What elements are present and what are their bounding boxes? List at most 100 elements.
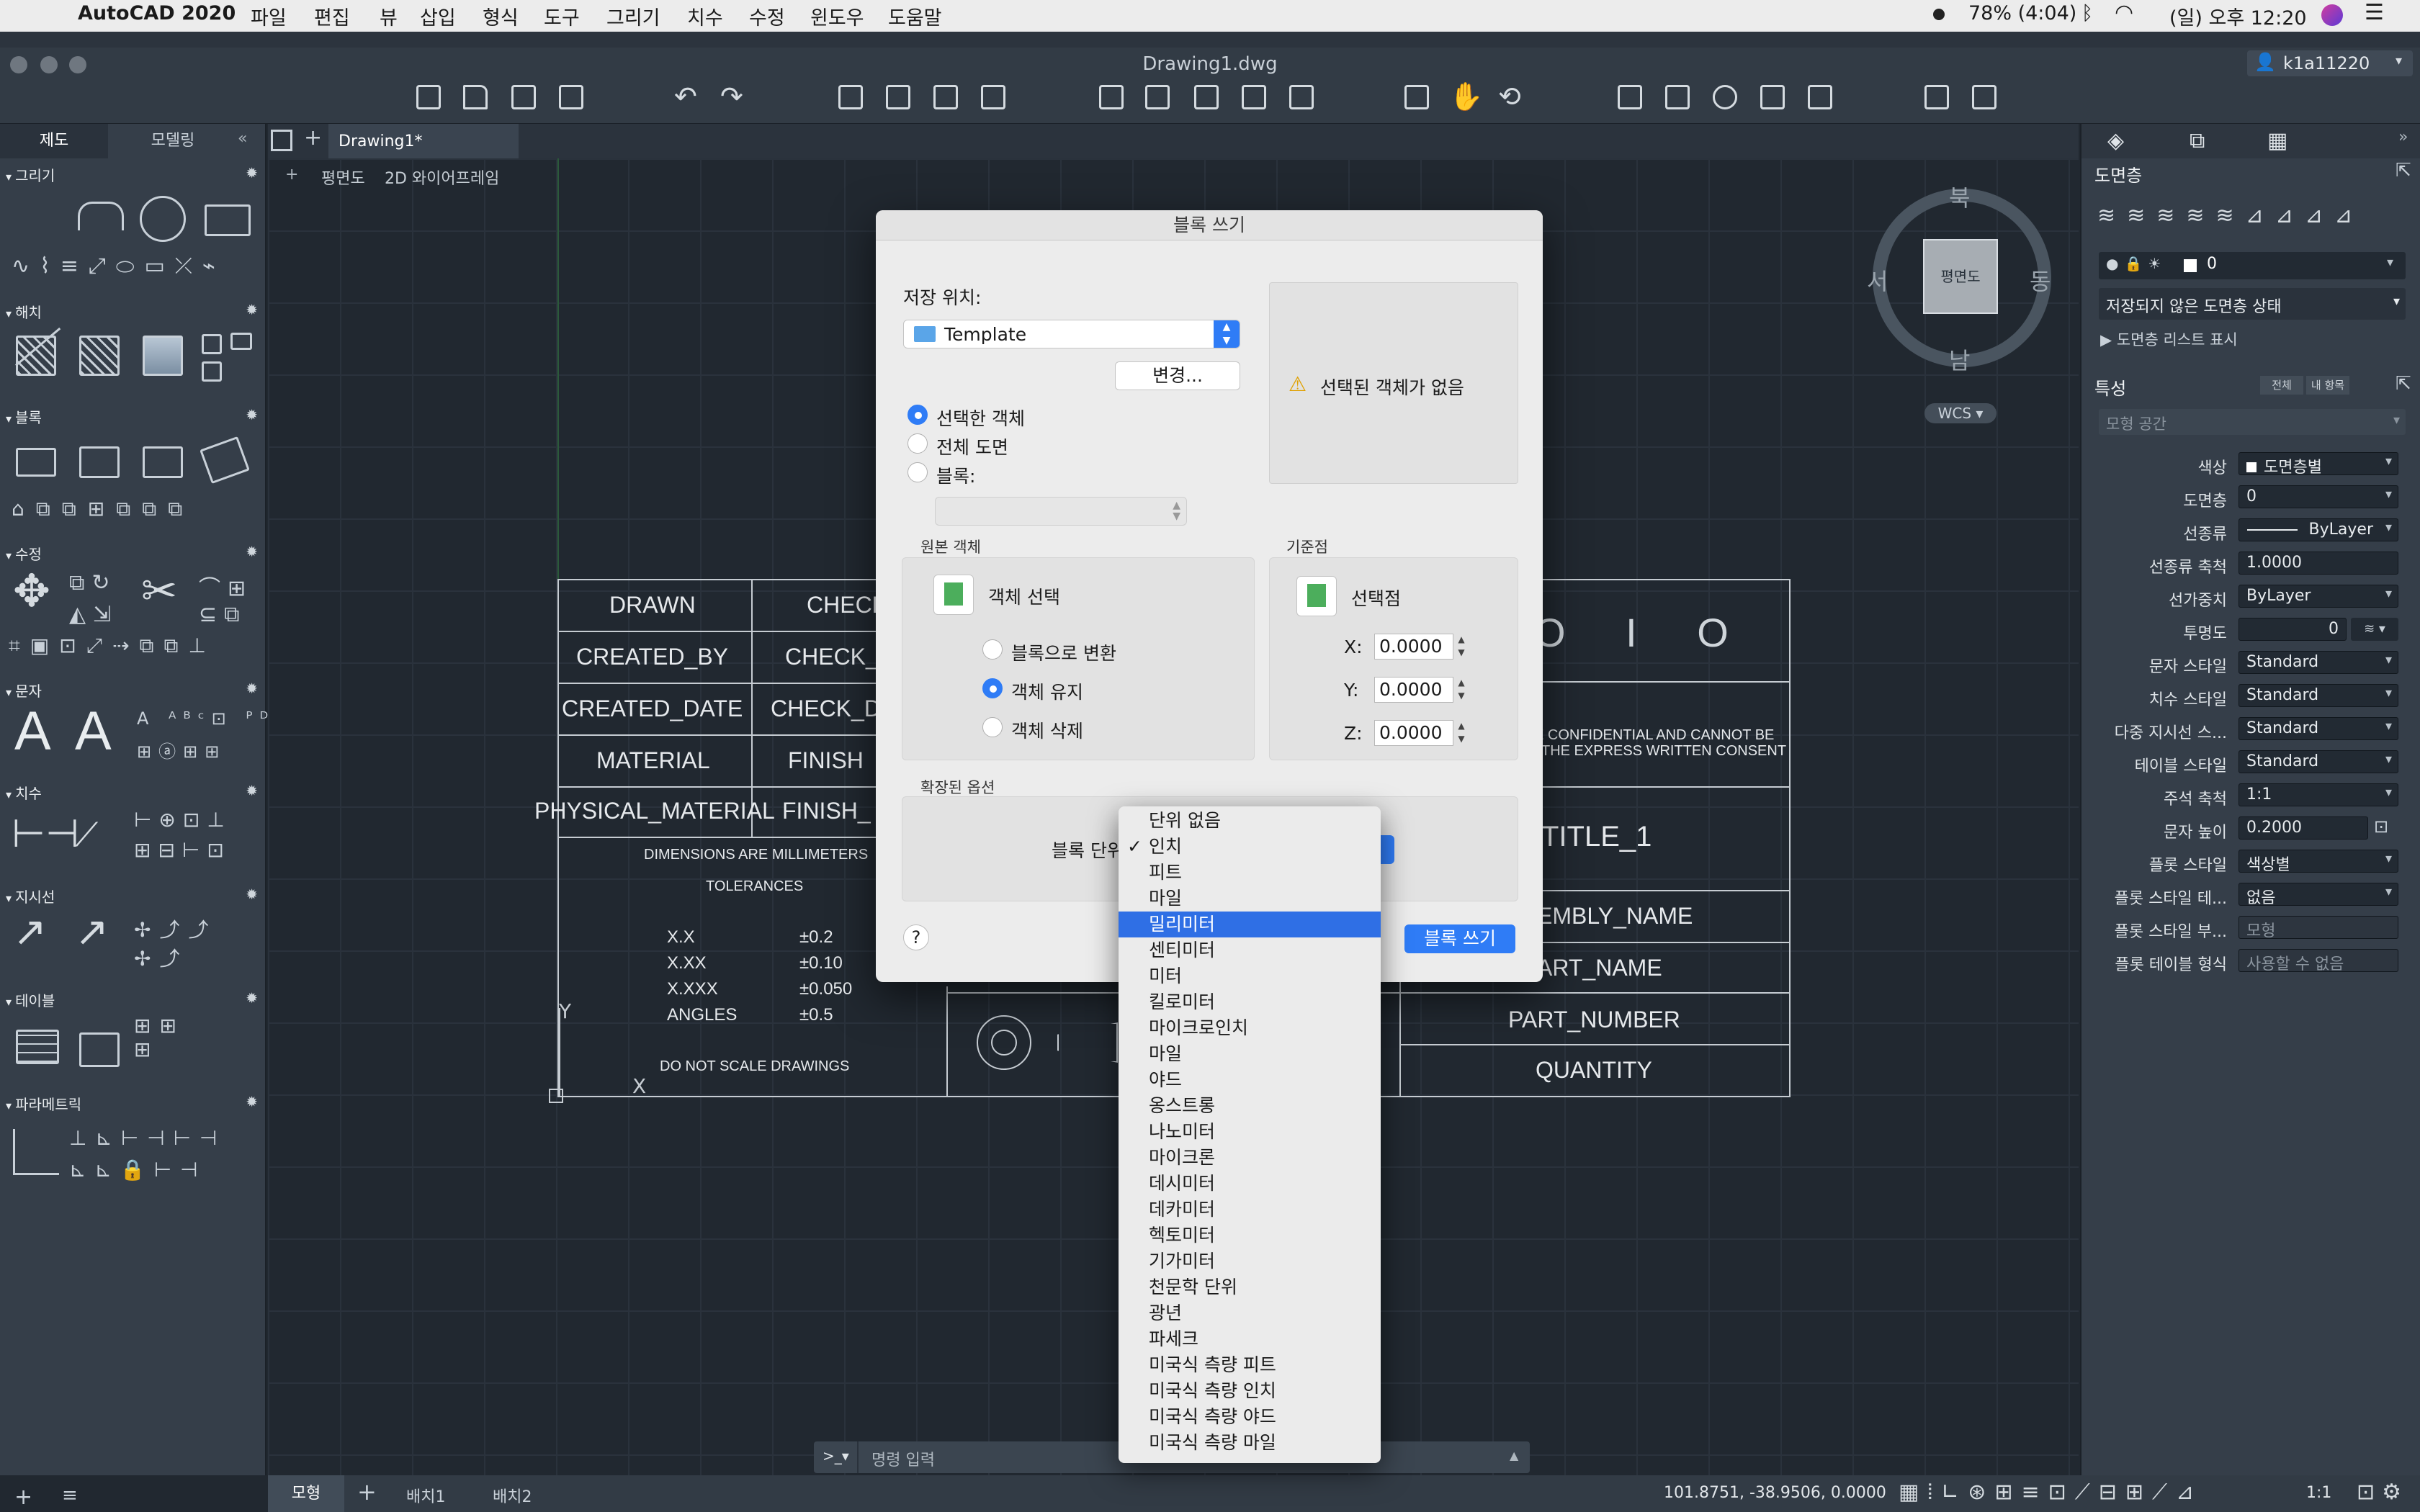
unit-option[interactable]: 광년 [1119, 1300, 1381, 1326]
polyline-tool-icon[interactable] [78, 202, 124, 230]
unit-option[interactable]: 미국식 측량 인치 [1119, 1378, 1381, 1404]
unit-option[interactable]: 미국식 측량 피트 [1119, 1352, 1381, 1378]
gear-icon[interactable]: ✹ [246, 680, 258, 697]
hatch-icon[interactable] [16, 336, 56, 376]
pan-icon[interactable]: ✋ [1449, 81, 1483, 113]
undo-icon[interactable]: ↶ [674, 81, 697, 112]
filter-mine-button[interactable]: 내 항목 [2306, 376, 2349, 395]
section-table[interactable]: 테이블 [6, 989, 55, 1010]
siri-icon[interactable] [2321, 4, 2343, 26]
batch-plot-icon[interactable] [886, 85, 910, 109]
unit-option[interactable]: 기가미터 [1119, 1248, 1381, 1274]
viewcube-west[interactable]: 서 [1867, 264, 1888, 297]
fillet-array-icons[interactable]: ⌒⊞ [199, 570, 253, 602]
modify-tools-row3[interactable]: ⌗▣⊡⤢⇢⧉⧉⊥ [9, 634, 216, 658]
prop-dim-style[interactable]: Standard [2238, 684, 2398, 707]
menu-view[interactable]: 뷰 [380, 2, 398, 30]
gear-icon[interactable]: ✹ [246, 782, 258, 799]
radio-delete-objects[interactable] [982, 717, 1003, 737]
data-link-icon[interactable] [79, 1032, 120, 1067]
section-block[interactable]: 블록 [6, 406, 42, 427]
x-stepper-icon[interactable]: ▲ ▼ [1455, 633, 1468, 660]
tab-layout2[interactable]: 배치2 [493, 1484, 532, 1507]
insert-block-icon[interactable] [1099, 85, 1124, 109]
prop-layer[interactable]: 0 [2238, 485, 2398, 508]
multiline-text-icon[interactable]: A [14, 700, 51, 762]
unit-option[interactable]: 야드 [1119, 1067, 1381, 1093]
unit-option[interactable]: 헥토미터 [1119, 1223, 1381, 1248]
transparency-menu-icon[interactable]: ≋ ▾ [2351, 618, 2398, 641]
app-name[interactable]: AutoCAD 2020 [78, 2, 236, 24]
status-toggle-icons[interactable]: ▦⦙∟⊛⊞≡⊡⟋⊟⊞⟋⊿ [1899, 1480, 2202, 1505]
battery-text[interactable]: 78% (4:04) [1968, 2, 2076, 24]
minimize-window-icon[interactable] [40, 56, 58, 73]
gradient-icon[interactable] [143, 336, 183, 376]
menu-modify[interactable]: 수정 [749, 2, 785, 30]
linear-dimension-icon[interactable]: ⊢⊣ [12, 811, 79, 856]
prop-plot-table[interactable]: 없음 [2238, 883, 2398, 906]
move-icon[interactable]: ✥ [13, 564, 50, 617]
unit-option[interactable]: 파세크 [1119, 1326, 1381, 1352]
geometric-constraint-icon[interactable] [13, 1129, 59, 1175]
add-layout-icon[interactable]: + [357, 1478, 377, 1506]
rectangle-tool-icon[interactable] [205, 204, 251, 236]
xref-icon[interactable] [1242, 85, 1266, 109]
radio-retain-objects[interactable] [982, 678, 1003, 698]
viewcube-top-face[interactable]: 평면도 [1923, 239, 1998, 314]
pick-height-icon[interactable]: ⊡ [2374, 816, 2388, 837]
prop-plot-style[interactable]: 색상별 [2238, 850, 2398, 873]
unit-option[interactable]: 데시미터 [1119, 1171, 1381, 1197]
layer-list-toggle[interactable]: ▶ 도면층 리스트 표시 [2100, 328, 2238, 350]
wipeout-icon[interactable] [202, 361, 222, 382]
table-tools[interactable]: ⊞⊞ ⊞ [134, 1014, 185, 1061]
new-file-icon[interactable] [416, 85, 441, 109]
command-prompt-icon[interactable]: >_▾ [823, 1447, 849, 1464]
unit-option-highlighted[interactable]: 밀리미터 [1119, 912, 1381, 937]
copy-rotate-icons[interactable]: ⧉↻ [69, 570, 117, 595]
create-block-icon[interactable] [1145, 85, 1170, 109]
render-icon[interactable] [1924, 85, 1949, 109]
radio-convert-to-block[interactable] [982, 639, 1003, 660]
section-leader[interactable]: 지시선 [6, 886, 55, 906]
gear-icon[interactable]: ✹ [246, 1093, 258, 1110]
gear-icon[interactable]: ✹ [246, 989, 258, 1007]
user-menu[interactable]: 👤 k1a11220 ▾ [2247, 50, 2413, 76]
selection-dropdown[interactable]: 모형 공간 ▾ [2099, 409, 2406, 435]
gear-icon[interactable]: ✹ [246, 406, 258, 423]
section-dimension[interactable]: 치수 [6, 782, 42, 803]
prop-table-style[interactable]: Standard [2238, 750, 2398, 773]
unit-option[interactable]: 천문학 단위 [1119, 1274, 1381, 1300]
single-line-text-icon[interactable]: A [75, 700, 112, 762]
unit-option[interactable]: 마일 [1119, 886, 1381, 912]
sheet-set-icon[interactable] [1808, 85, 1832, 109]
save-icon[interactable] [511, 85, 536, 109]
workspace-icon[interactable] [1972, 85, 1996, 109]
publish-icon[interactable] [981, 85, 1005, 109]
unit-option[interactable]: 센티미터 [1119, 937, 1381, 963]
annotation-scale[interactable]: 1:1 [2306, 1484, 2331, 1502]
unit-option[interactable]: 피트 [1119, 860, 1381, 886]
prop-text-style[interactable]: Standard [2238, 651, 2398, 674]
write-block-button[interactable]: 블록 쓰기 [1404, 924, 1515, 953]
dimension-tools-row2[interactable]: ⊞⊟⊢⊡ [134, 838, 231, 862]
y-stepper-icon[interactable]: ▲ ▼ [1455, 676, 1468, 703]
unit-option[interactable]: 나노미터 [1119, 1119, 1381, 1145]
radio-retain-objects-label[interactable]: 객체 유지 [1011, 678, 1083, 704]
image-icon[interactable] [1289, 85, 1314, 109]
zoom-window-icon[interactable] [69, 56, 86, 73]
open-file-icon[interactable] [463, 85, 488, 109]
boundary-icon[interactable] [202, 334, 222, 354]
tab-drawing1[interactable]: Drawing1* [328, 124, 519, 158]
unit-option[interactable]: 단위 없음 [1119, 808, 1381, 834]
text-tools-row2[interactable]: ⊞ⓐ⊞⊞ [137, 737, 226, 762]
leader-tools[interactable]: ✢⤴⤴ ✢⤴ [134, 914, 217, 972]
trim-icon[interactable]: ✂ [141, 566, 177, 616]
properties-icon[interactable] [1618, 85, 1642, 109]
viewcube-south[interactable]: 남 [1949, 343, 1970, 376]
draw-tools-row2[interactable]: ∿⌇≡⤢⬭▭⤫⌁ [12, 253, 225, 279]
tab-model[interactable]: 모형 [268, 1475, 344, 1512]
parametric-tools-row1[interactable]: ⊥⊾⊢⊣⊢⊣ [69, 1126, 225, 1150]
status-right-icons[interactable]: ⊡⚙ [2357, 1480, 2408, 1505]
bluetooth-icon[interactable]: ᛒ [2081, 2, 2093, 24]
menu-insert[interactable]: 삽입 [420, 2, 456, 30]
